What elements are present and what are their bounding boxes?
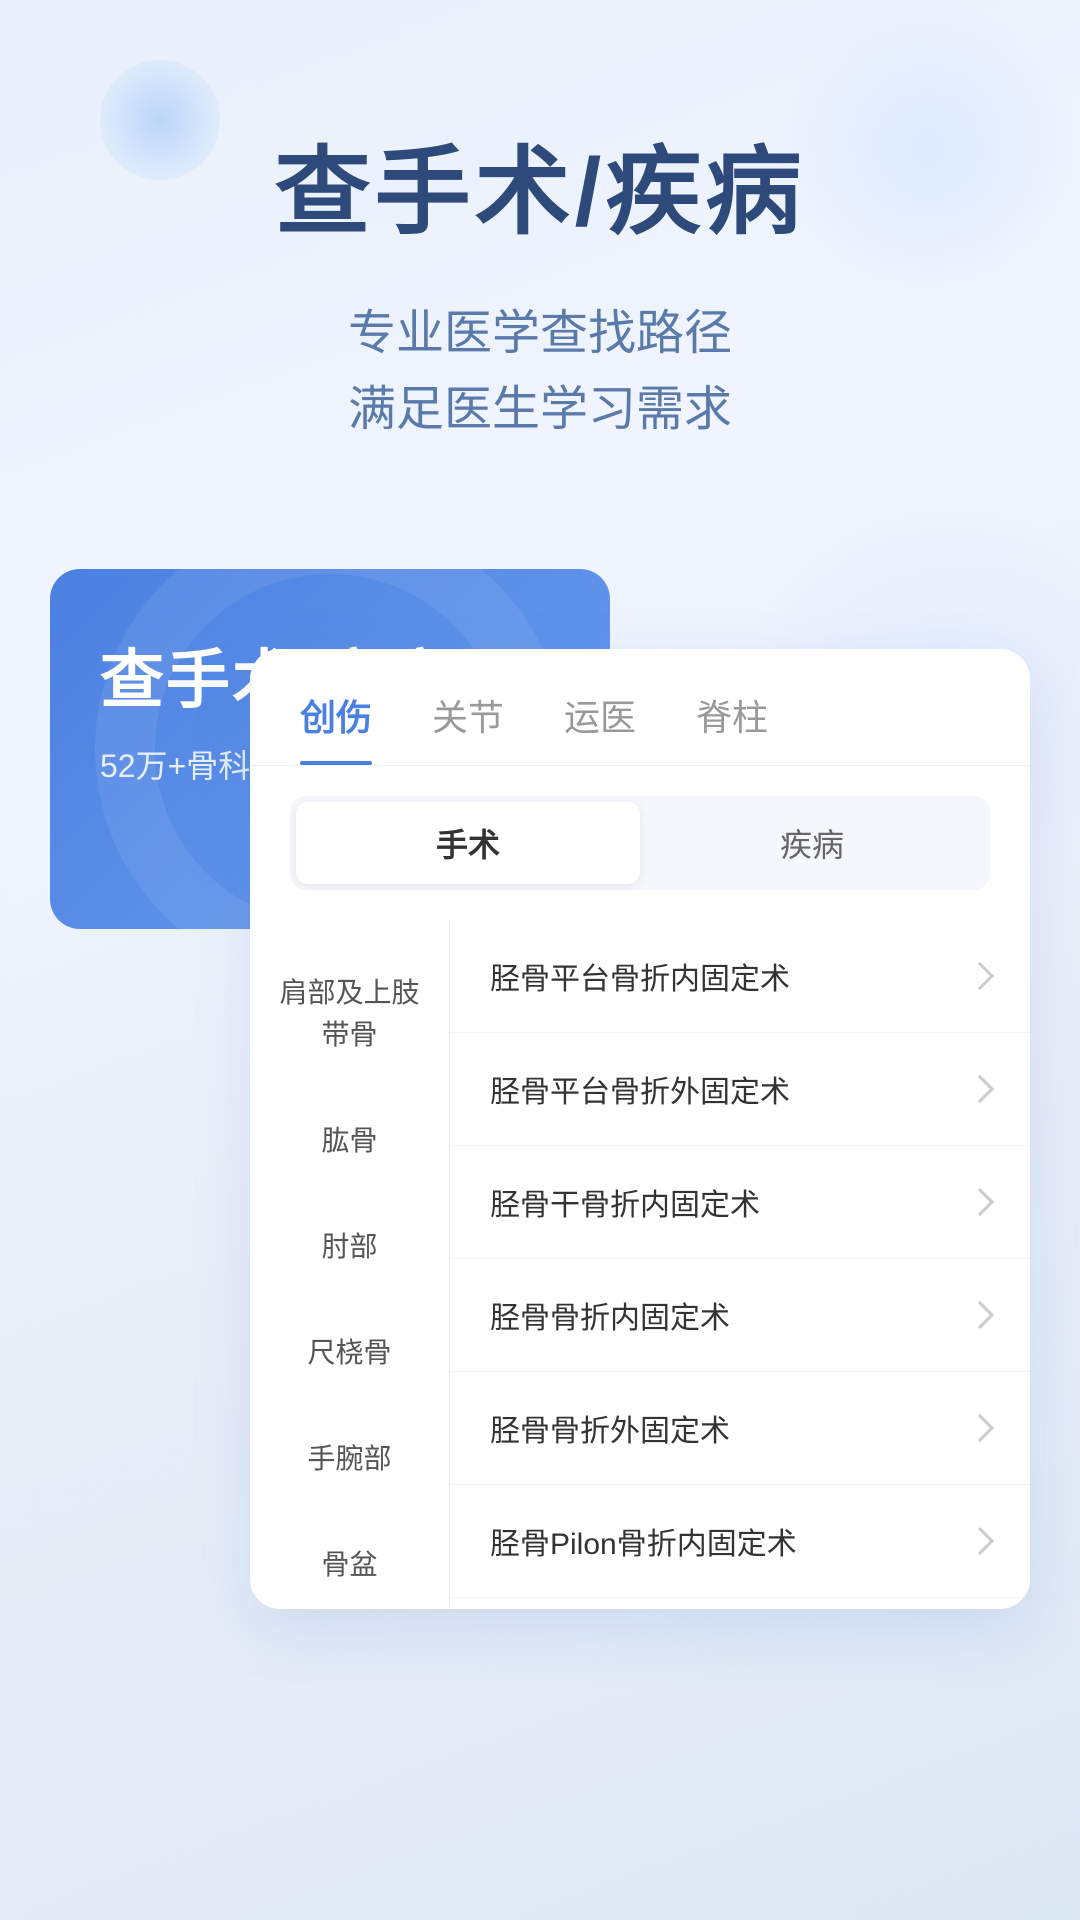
chevron-right-icon	[966, 1527, 994, 1555]
items-column: 胫骨平台骨折内固定术 胫骨平台骨折外固定术 胫骨干骨折内固定术 胫骨骨折内固定术…	[450, 920, 1030, 1609]
toggle-disease[interactable]: 疾病	[640, 802, 984, 884]
hero-section: 查手术/疾病 专业医学查找路径 满足医生学习需求	[0, 0, 1080, 509]
tabs-row: 创伤 关节 运医 脊柱	[250, 649, 1030, 766]
category-wrist[interactable]: 手腕部	[250, 1406, 449, 1512]
chevron-right-icon	[966, 1075, 994, 1103]
list-item[interactable]: 胫骨Pilon骨折内固定术	[450, 1485, 1030, 1598]
category-shoulder[interactable]: 肩部及上肢带骨	[250, 940, 449, 1088]
list-container: 肩部及上肢带骨 肱骨 肘部 尺桡骨 手腕部 骨盆 股骨 胫骨平台骨折内固定术 胫…	[250, 920, 1030, 1609]
list-item[interactable]: 胫骨骨折内固定术	[450, 1259, 1030, 1372]
category-column: 肩部及上肢带骨 肱骨 肘部 尺桡骨 手腕部 骨盆 股骨	[250, 920, 450, 1609]
chevron-right-icon	[966, 1301, 994, 1329]
list-item[interactable]: 胫骨干骨折内固定术	[450, 1146, 1030, 1259]
card-area: 查手术/疾病 52万+骨科权威学术资源 创伤 关节 运医 脊柱 手术	[50, 569, 1030, 929]
list-item[interactable]: 胫骨平台骨折内固定术	[450, 920, 1030, 1033]
category-humerus[interactable]: 肱骨	[250, 1088, 449, 1194]
chevron-right-icon	[966, 962, 994, 990]
list-item[interactable]: 胫骨Pilon骨折外固定术	[450, 1598, 1030, 1609]
category-ulnaradius[interactable]: 尺桡骨	[250, 1300, 449, 1406]
tab-item-chuangshang[interactable]: 创伤	[300, 689, 372, 765]
category-pelvis[interactable]: 骨盆	[250, 1512, 449, 1609]
hero-subtitle-line1: 专业医学查找路径	[80, 296, 1000, 373]
hero-title: 查手术/疾病	[80, 140, 1000, 246]
list-item[interactable]: 胫骨平台骨折外固定术	[450, 1033, 1030, 1146]
hero-subtitle: 专业医学查找路径 满足医生学习需求	[80, 296, 1000, 450]
category-elbow[interactable]: 肘部	[250, 1194, 449, 1300]
hero-subtitle-line2: 满足医生学习需求	[80, 372, 1000, 449]
chevron-right-icon	[966, 1188, 994, 1216]
tab-item-jizhu[interactable]: 脊柱	[696, 689, 768, 765]
white-panel: 创伤 关节 运医 脊柱 手术 疾病 肩部及上肢带骨	[250, 649, 1030, 1609]
tab-item-yunyi[interactable]: 运医	[564, 689, 636, 765]
list-item[interactable]: 胫骨骨折外固定术	[450, 1372, 1030, 1485]
chevron-right-icon	[966, 1414, 994, 1442]
toggle-surgery[interactable]: 手术	[296, 802, 640, 884]
tab-item-guanjie[interactable]: 关节	[432, 689, 504, 765]
toggle-row: 手术 疾病	[290, 796, 990, 890]
